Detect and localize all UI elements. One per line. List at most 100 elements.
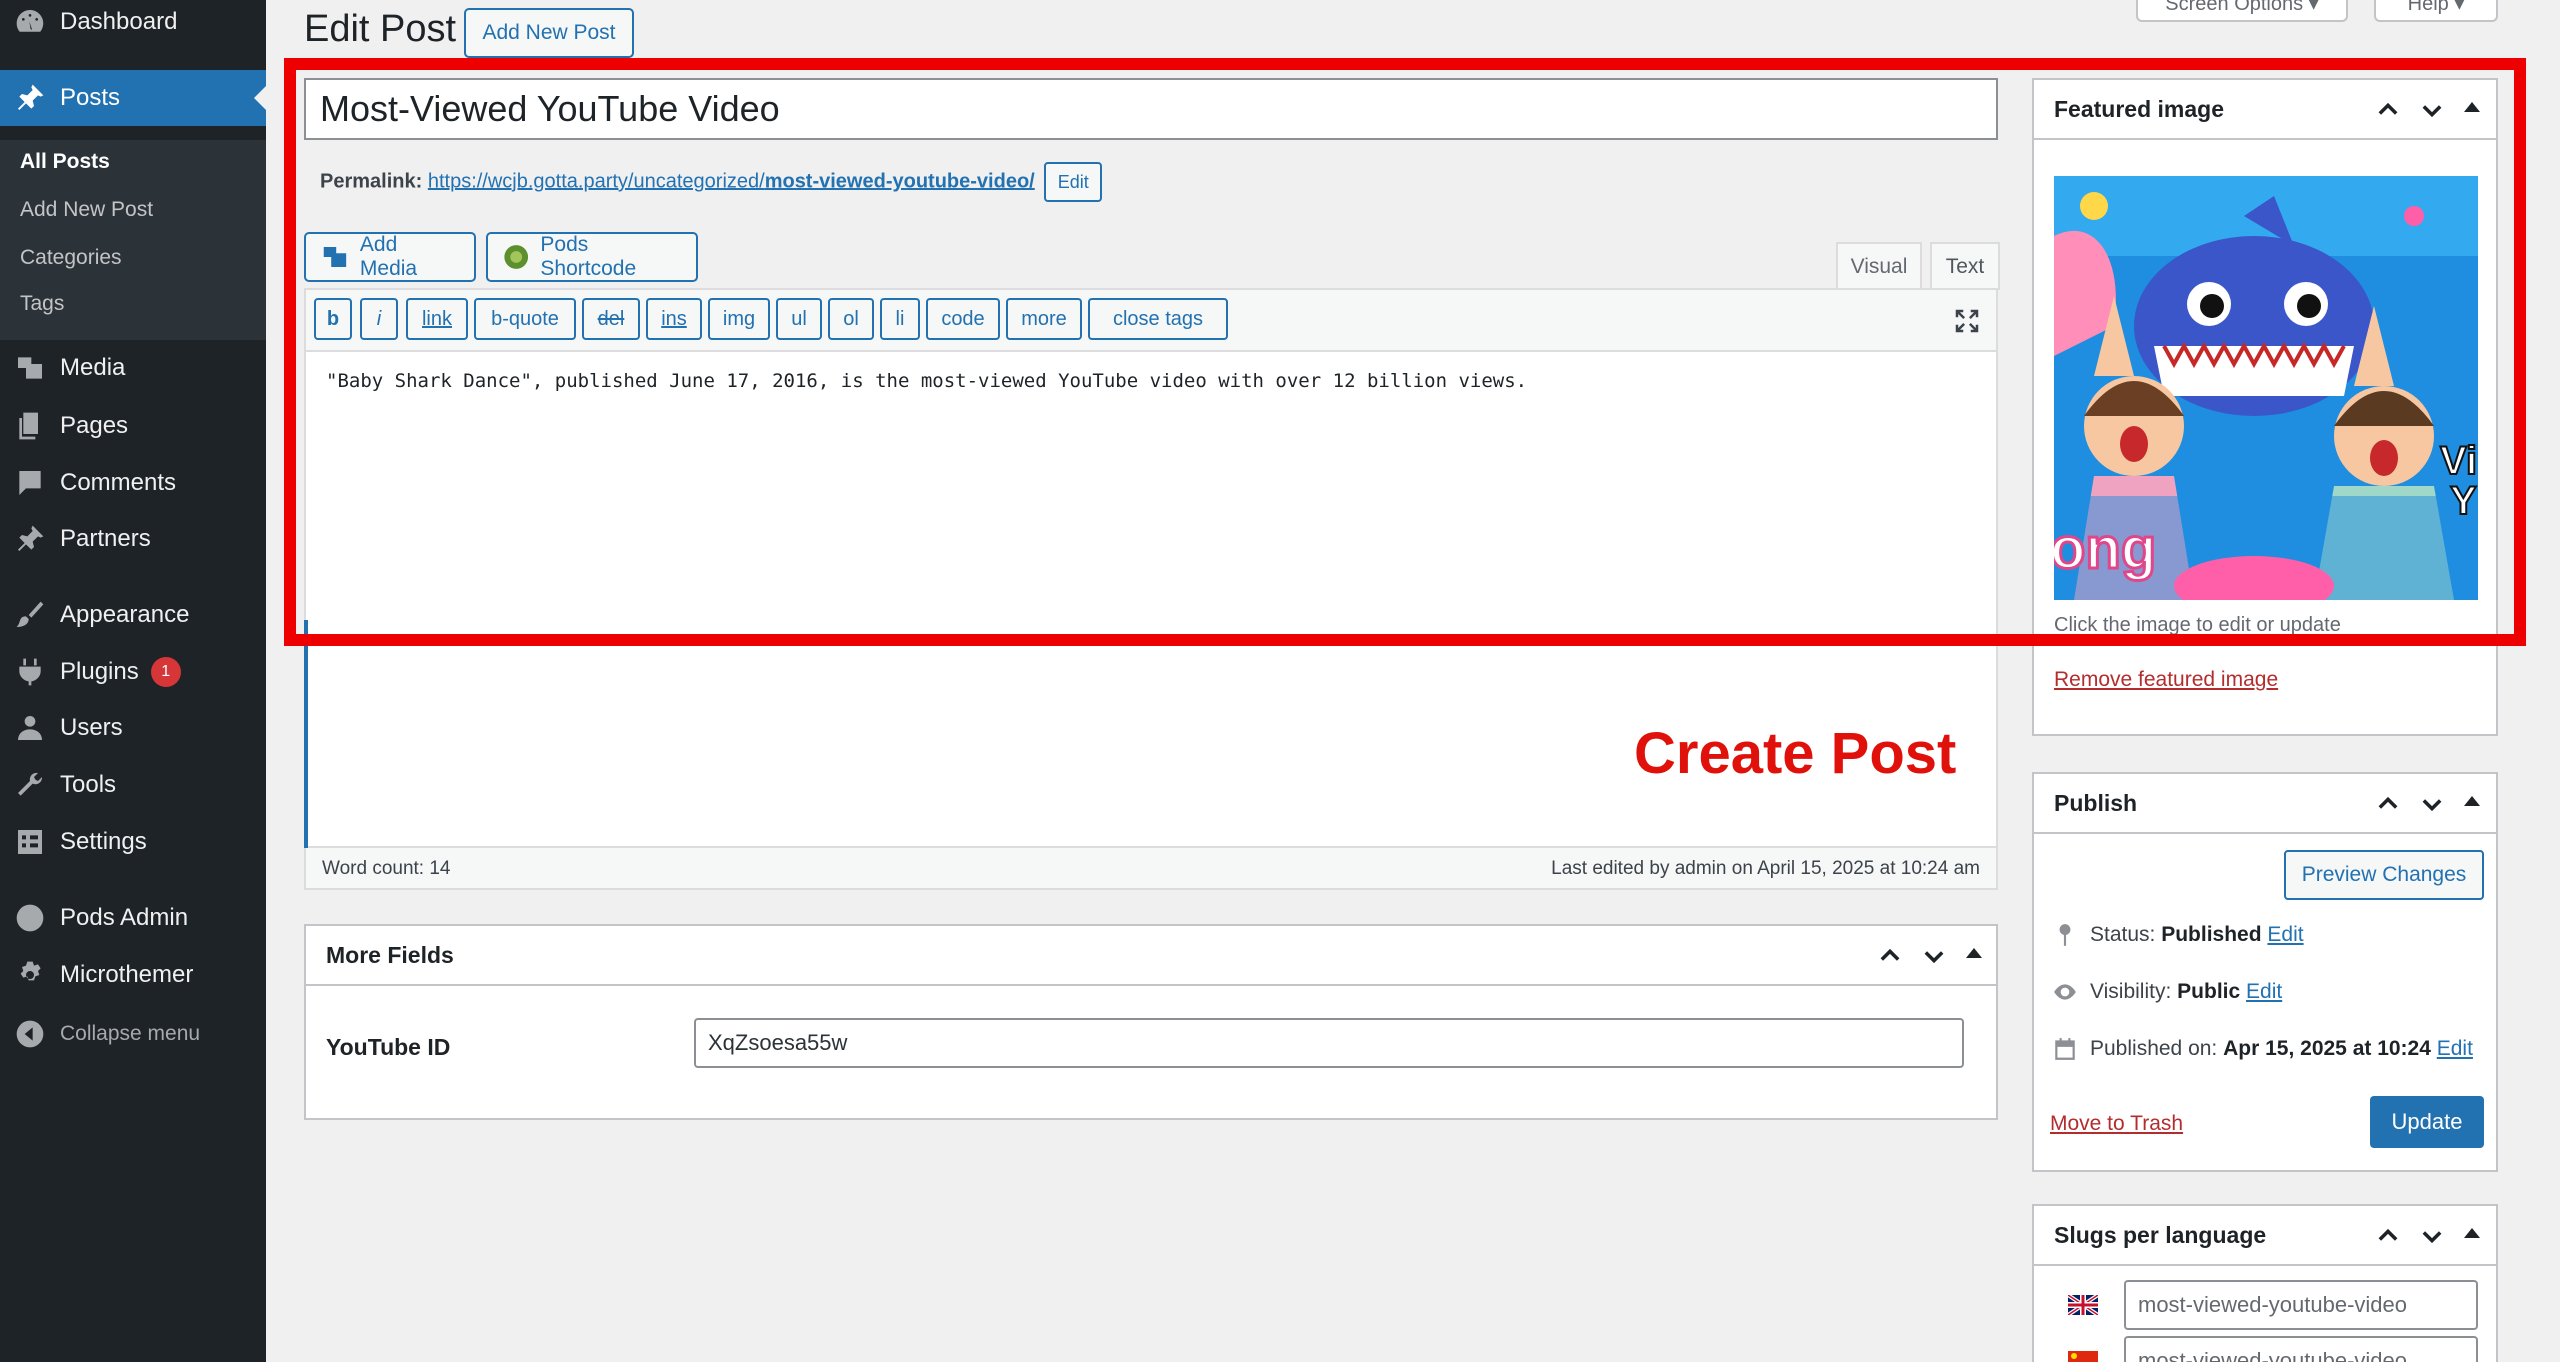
submenu-all-posts[interactable]: All Posts	[20, 150, 110, 174]
slug-input-en[interactable]	[2124, 1280, 2478, 1330]
menu-pods-admin-label: Pods Admin	[60, 904, 189, 931]
qt-ul-button[interactable]: ul	[776, 298, 822, 340]
slug-input-cn[interactable]	[2124, 1336, 2478, 1362]
featured-image-illustration: ong Vi Y	[2054, 176, 2478, 600]
menu-settings[interactable]: Settings	[0, 814, 266, 870]
add-media-button[interactable]: Add Media	[304, 232, 476, 282]
chevron-up-icon[interactable]	[2374, 1222, 2402, 1250]
more-fields-title: More Fields	[326, 942, 454, 968]
featured-image-header: Featured image	[2034, 80, 2496, 140]
preview-changes-button[interactable]: Preview Changes	[2284, 850, 2484, 900]
toggle-triangle-icon[interactable]	[2464, 102, 2480, 112]
chevron-down-icon[interactable]	[2418, 96, 2446, 124]
gear-icon	[0, 959, 60, 991]
permalink-link[interactable]: https://wcjb.gotta.party/uncategorized/m…	[428, 170, 1035, 192]
qt-li-button[interactable]: li	[880, 298, 920, 340]
collapse-menu-label: Collapse menu	[60, 1022, 201, 1045]
editor-status-bar: Word count: 14 Last edited by admin on A…	[304, 848, 1998, 890]
menu-plugins-label: Plugins	[60, 658, 139, 685]
status-value: Published	[2161, 923, 2262, 946]
toggle-triangle-icon[interactable]	[2464, 1228, 2480, 1238]
thumb-text-2: Vi	[2440, 439, 2477, 483]
menu-comments-label: Comments	[60, 469, 177, 496]
published-edit-link[interactable]: Edit	[2437, 1037, 2473, 1060]
permalink: Permalink: https://wcjb.gotta.party/unca…	[320, 162, 1103, 202]
qt-img-button[interactable]: img	[708, 298, 770, 340]
featured-image-thumbnail[interactable]: ong Vi Y	[2054, 176, 2478, 600]
qt-link-button[interactable]: link	[406, 298, 468, 340]
tab-visual[interactable]: Visual	[1836, 242, 1922, 290]
post-title-input[interactable]	[304, 78, 1998, 140]
featured-image-box: Featured image ong Vi Y Click the image …	[2032, 78, 2498, 736]
add-media-label: Add Media	[359, 233, 418, 280]
menu-tools[interactable]: Tools	[0, 757, 266, 813]
qt-italic-button[interactable]: i	[360, 298, 398, 340]
submenu-categories[interactable]: Categories	[20, 246, 122, 270]
word-count: Word count: 14	[322, 858, 451, 879]
menu-appearance[interactable]: Appearance	[0, 587, 266, 643]
toggle-triangle-icon[interactable]	[2464, 796, 2480, 806]
qt-ol-button[interactable]: ol	[828, 298, 874, 340]
visibility-value: Public	[2177, 980, 2241, 1003]
collapse-menu-button[interactable]: Collapse menu	[0, 1006, 266, 1062]
chevron-down-icon[interactable]	[2418, 790, 2446, 818]
chevron-down-icon[interactable]	[2418, 1222, 2446, 1250]
pods-shortcode-button[interactable]: Pods Shortcode	[486, 232, 698, 282]
chevron-up-icon[interactable]	[2374, 96, 2402, 124]
pages-icon	[0, 410, 60, 442]
fullscreen-icon[interactable]	[1952, 306, 1982, 336]
qt-close-tags-button[interactable]: close tags	[1088, 298, 1228, 340]
remove-featured-image-link[interactable]: Remove featured image	[2054, 668, 2278, 692]
submenu-add-new-post[interactable]: Add New Post	[20, 198, 153, 222]
collapse-icon	[0, 1018, 60, 1050]
chevron-up-icon[interactable]	[2374, 790, 2402, 818]
permalink-slug: most-viewed-youtube-video/	[764, 170, 1035, 193]
pin-icon	[2059, 924, 2071, 946]
menu-microthemer[interactable]: Microthemer	[0, 947, 266, 1003]
tab-text[interactable]: Text	[1930, 242, 2000, 290]
menu-users[interactable]: Users	[0, 700, 266, 756]
move-to-trash-link[interactable]: Move to Trash	[2050, 1112, 2183, 1136]
visibility-row: Visibility: Public Edit	[2052, 979, 2282, 1005]
qt-blockquote-button[interactable]: b-quote	[474, 298, 576, 340]
admin-sidebar: Dashboard Posts All Posts Add New Post C…	[0, 0, 266, 1362]
screen-options-tab[interactable]: Screen Options ▾	[2136, 0, 2348, 22]
chevron-up-icon[interactable]	[1876, 942, 1904, 970]
visibility-edit-link[interactable]: Edit	[2246, 980, 2282, 1003]
menu-pods-admin[interactable]: Pods Admin	[0, 890, 266, 946]
dashboard-icon	[0, 6, 60, 38]
menu-plugins[interactable]: Plugins 1	[0, 644, 266, 700]
help-tab[interactable]: Help ▾	[2374, 0, 2498, 22]
featured-image-title: Featured image	[2054, 96, 2224, 122]
create-post-annotation: Create Post	[1634, 721, 1957, 786]
plugins-update-badge: 1	[150, 657, 181, 687]
post-content-textarea[interactable]: "Baby Shark Dance", published June 17, 2…	[326, 370, 1527, 392]
submenu-tags[interactable]: Tags	[20, 292, 64, 316]
qt-del-button[interactable]: del	[582, 298, 640, 340]
qt-more-button[interactable]: more	[1006, 298, 1082, 340]
youtube-id-input[interactable]	[694, 1018, 1964, 1068]
editor-focus-bar	[304, 620, 308, 850]
menu-dashboard[interactable]: Dashboard	[0, 0, 266, 50]
plugin-icon	[0, 656, 60, 688]
status-edit-link[interactable]: Edit	[2267, 923, 2303, 946]
menu-pages[interactable]: Pages	[0, 398, 266, 454]
toggle-triangle-icon[interactable]	[1966, 948, 1982, 958]
more-fields-box: More Fields YouTube ID	[304, 924, 1998, 1120]
add-media-icon	[323, 247, 347, 267]
update-button[interactable]: Update	[2370, 1096, 2484, 1148]
menu-partners-label: Partners	[60, 525, 151, 552]
calendar-icon	[2055, 1038, 2075, 1060]
pods-shortcode-icon	[504, 245, 529, 269]
add-new-post-button[interactable]: Add New Post	[464, 8, 634, 58]
qt-bold-button[interactable]: b	[314, 298, 352, 340]
qt-ins-button[interactable]: ins	[646, 298, 702, 340]
menu-comments[interactable]: Comments	[0, 455, 266, 511]
slug-row-en	[2068, 1280, 2478, 1330]
chevron-down-icon[interactable]	[1920, 942, 1948, 970]
menu-posts[interactable]: Posts	[0, 70, 266, 126]
permalink-edit-button[interactable]: Edit	[1044, 162, 1103, 202]
qt-code-button[interactable]: code	[926, 298, 1000, 340]
menu-partners[interactable]: Partners	[0, 511, 266, 567]
menu-media[interactable]: Media	[0, 340, 266, 396]
